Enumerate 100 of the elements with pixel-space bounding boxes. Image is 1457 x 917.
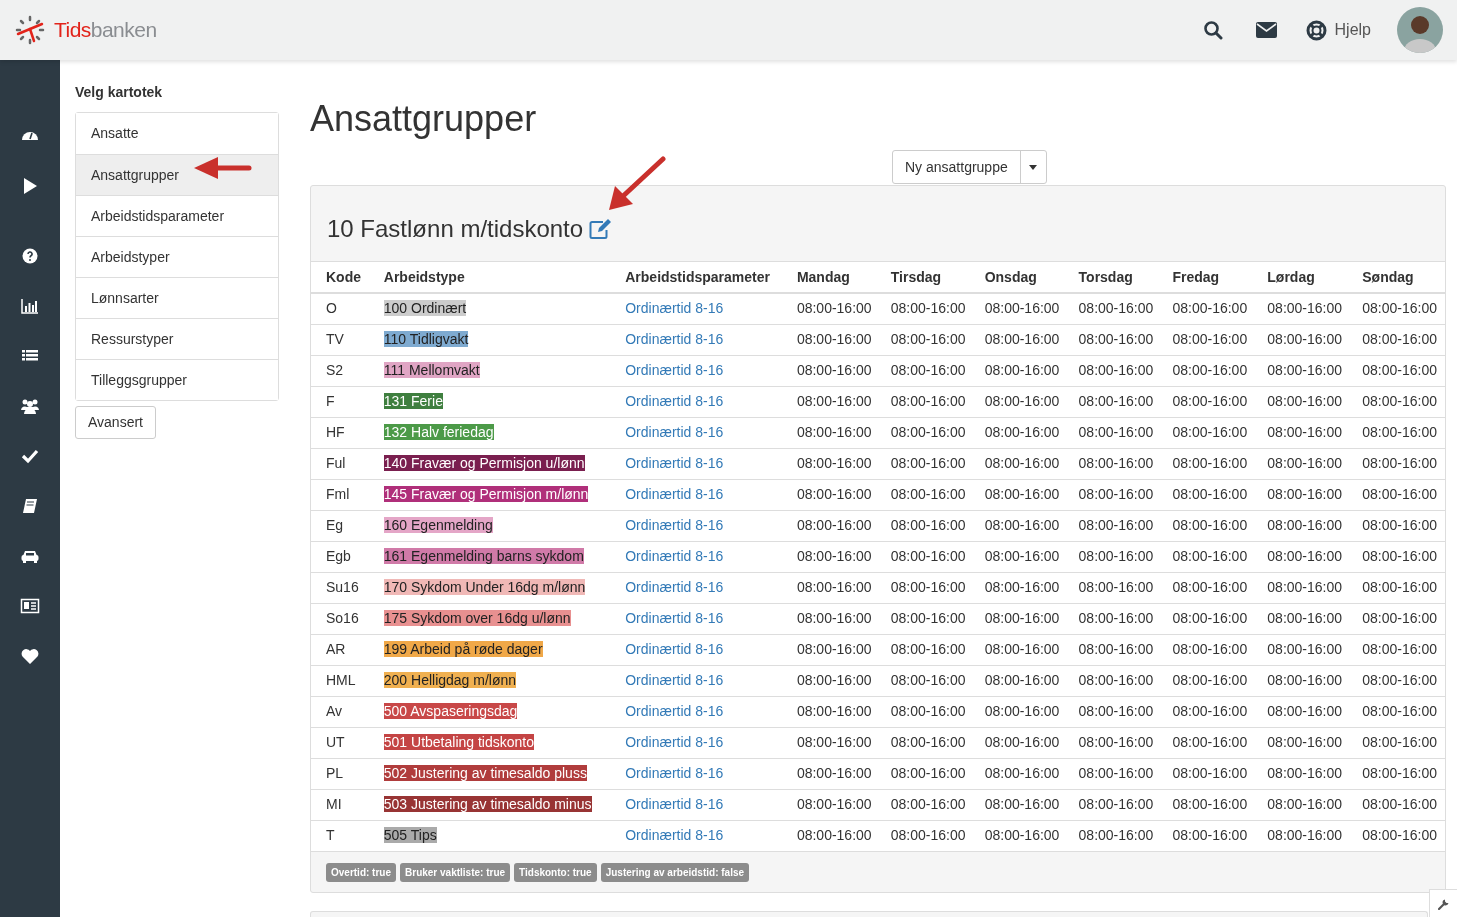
time-range: 08:00-16:00 [890,641,966,657]
time-range: 08:00-16:00 [890,517,966,533]
time-range: 08:00-16:00 [1078,362,1154,378]
parameter-link[interactable]: Ordinærtid 8-16 [625,455,724,471]
caret-icon [1029,164,1038,170]
time-range: 08:00-16:00 [890,362,966,378]
code-text: HF [326,424,345,440]
work-type-label: 145 Fravær og Permisjon m/lønn [383,486,589,502]
time-range: 08:00-16:00 [1172,455,1248,471]
time-range: 08:00-16:00 [890,703,966,719]
code-text: MI [326,796,342,812]
parameter-link[interactable]: Ordinærtid 8-16 [625,424,724,440]
time-range: 08:00-16:00 [1078,579,1154,595]
parameter-link[interactable]: Ordinærtid 8-16 [625,579,724,595]
bar-chart-icon[interactable] [20,296,40,316]
parameter-link[interactable]: Ordinærtid 8-16 [625,517,724,533]
time-range: 08:00-16:00 [1362,548,1437,564]
work-type-label: 161 Egenmelding barns sykdom [383,548,584,564]
work-type-label: 505 Tips [383,827,437,844]
id-card-icon[interactable] [20,596,40,616]
time-range: 08:00-16:00 [1078,641,1154,657]
time-range: 08:00-16:00 [796,362,872,378]
time-range: 08:00-16:00 [1267,827,1343,844]
parameter-link[interactable]: Ordinærtid 8-16 [625,331,724,347]
column-header: Lørdag [1267,268,1315,285]
code-text: Su16 [326,579,359,595]
parameter-link[interactable]: Ordinærtid 8-16 [625,734,724,750]
heart-icon[interactable] [20,646,40,666]
time-range: 08:00-16:00 [890,548,966,564]
edit-icon[interactable] [589,218,614,239]
time-range: 08:00-16:00 [1078,827,1154,844]
time-range: 08:00-16:00 [1267,486,1343,502]
time-range: 08:00-16:00 [890,579,966,595]
time-range: 08:00-16:00 [890,455,966,471]
time-range: 08:00-16:00 [1172,362,1248,378]
tools-toggle[interactable] [1429,889,1457,917]
setting-badge: Bruker vaktliste: true [400,862,511,882]
parameter-link[interactable]: Ordinærtid 8-16 [625,300,724,317]
time-range: 08:00-16:00 [890,672,966,688]
search-icon[interactable] [1202,20,1223,40]
work-type-label: 503 Justering av timesaldo minus [383,796,592,812]
parameter-link[interactable]: Ordinærtid 8-16 [625,796,724,812]
split-button[interactable]: Ny ansattgruppe [892,150,1047,184]
brand-name: Tidsbanken [54,17,157,44]
parameter-link[interactable]: Ordinærtid 8-16 [625,765,724,781]
parameter-link[interactable]: Ordinærtid 8-16 [625,610,724,626]
time-range: 08:00-16:00 [1078,517,1154,533]
time-range: 08:00-16:00 [796,579,872,595]
time-range: 08:00-16:00 [1267,362,1343,378]
parameter-link[interactable]: Ordinærtid 8-16 [625,393,724,409]
user-avatar[interactable] [1397,7,1443,53]
work-type-label: 100 Ordinært [383,300,467,317]
time-range: 08:00-16:00 [890,765,966,781]
time-range: 08:00-16:00 [1267,393,1343,409]
time-range: 08:00-16:00 [984,579,1060,595]
parameter-link[interactable]: Ordinærtid 8-16 [625,703,724,719]
time-range: 08:00-16:00 [1078,734,1154,750]
time-range: 08:00-16:00 [1078,300,1154,317]
parameter-link[interactable]: Ordinærtid 8-16 [625,486,724,502]
column-header: Kode [326,268,361,285]
column-header: Arbeidstype [383,268,465,285]
parameter-link[interactable]: Ordinærtid 8-16 [625,641,724,657]
time-range: 08:00-16:00 [890,827,966,844]
list-item[interactable]: Ansattgrupper [76,154,278,195]
time-range: 08:00-16:00 [796,703,872,719]
help-button[interactable]: Hjelp [1305,18,1371,42]
time-range: 08:00-16:00 [1362,672,1437,688]
work-type-label: 132 Halv feriedag [383,424,494,440]
group-title: 10 Fastlønn m/tidskonto [327,213,584,244]
time-range: 08:00-16:00 [984,703,1060,719]
time-range: 08:00-16:00 [1172,548,1248,564]
time-range: 08:00-16:00 [984,517,1060,533]
book-icon[interactable] [20,496,40,516]
time-range: 08:00-16:00 [1362,734,1437,750]
time-range: 08:00-16:00 [796,424,872,440]
parameter-link[interactable]: Ordinærtid 8-16 [625,362,724,378]
time-range: 08:00-16:00 [984,424,1060,440]
time-range: 08:00-16:00 [796,331,872,347]
envelope-icon[interactable] [1255,22,1277,38]
time-range: 08:00-16:00 [1078,610,1154,626]
time-range: 08:00-16:00 [1362,362,1437,378]
parameter-link[interactable]: Ordinærtid 8-16 [625,548,724,564]
advanced-button[interactable]: Avansert [75,406,156,439]
parameter-link[interactable]: Ordinærtid 8-16 [625,827,724,844]
parameter-link[interactable]: Ordinærtid 8-16 [625,672,724,688]
time-range: 08:00-16:00 [1078,393,1154,409]
page-title: Ansattgrupper [310,97,538,141]
new-group-button[interactable]: Ny ansattgruppe [893,151,1021,183]
code-text: F [326,393,335,409]
help-icon[interactable] [20,246,40,266]
time-range: 08:00-16:00 [890,424,966,440]
time-range: 08:00-16:00 [890,486,966,502]
time-range: 08:00-16:00 [890,331,966,347]
work-type-label: 502 Justering av timesaldo pluss [383,765,587,781]
time-range: 08:00-16:00 [796,796,872,812]
list-item[interactable]: Tilleggsgrupper [76,359,278,400]
time-range: 08:00-16:00 [796,610,872,626]
time-range: 08:00-16:00 [984,827,1060,844]
time-range: 08:00-16:00 [1362,424,1437,440]
work-type-label: 131 Ferie [383,393,443,409]
